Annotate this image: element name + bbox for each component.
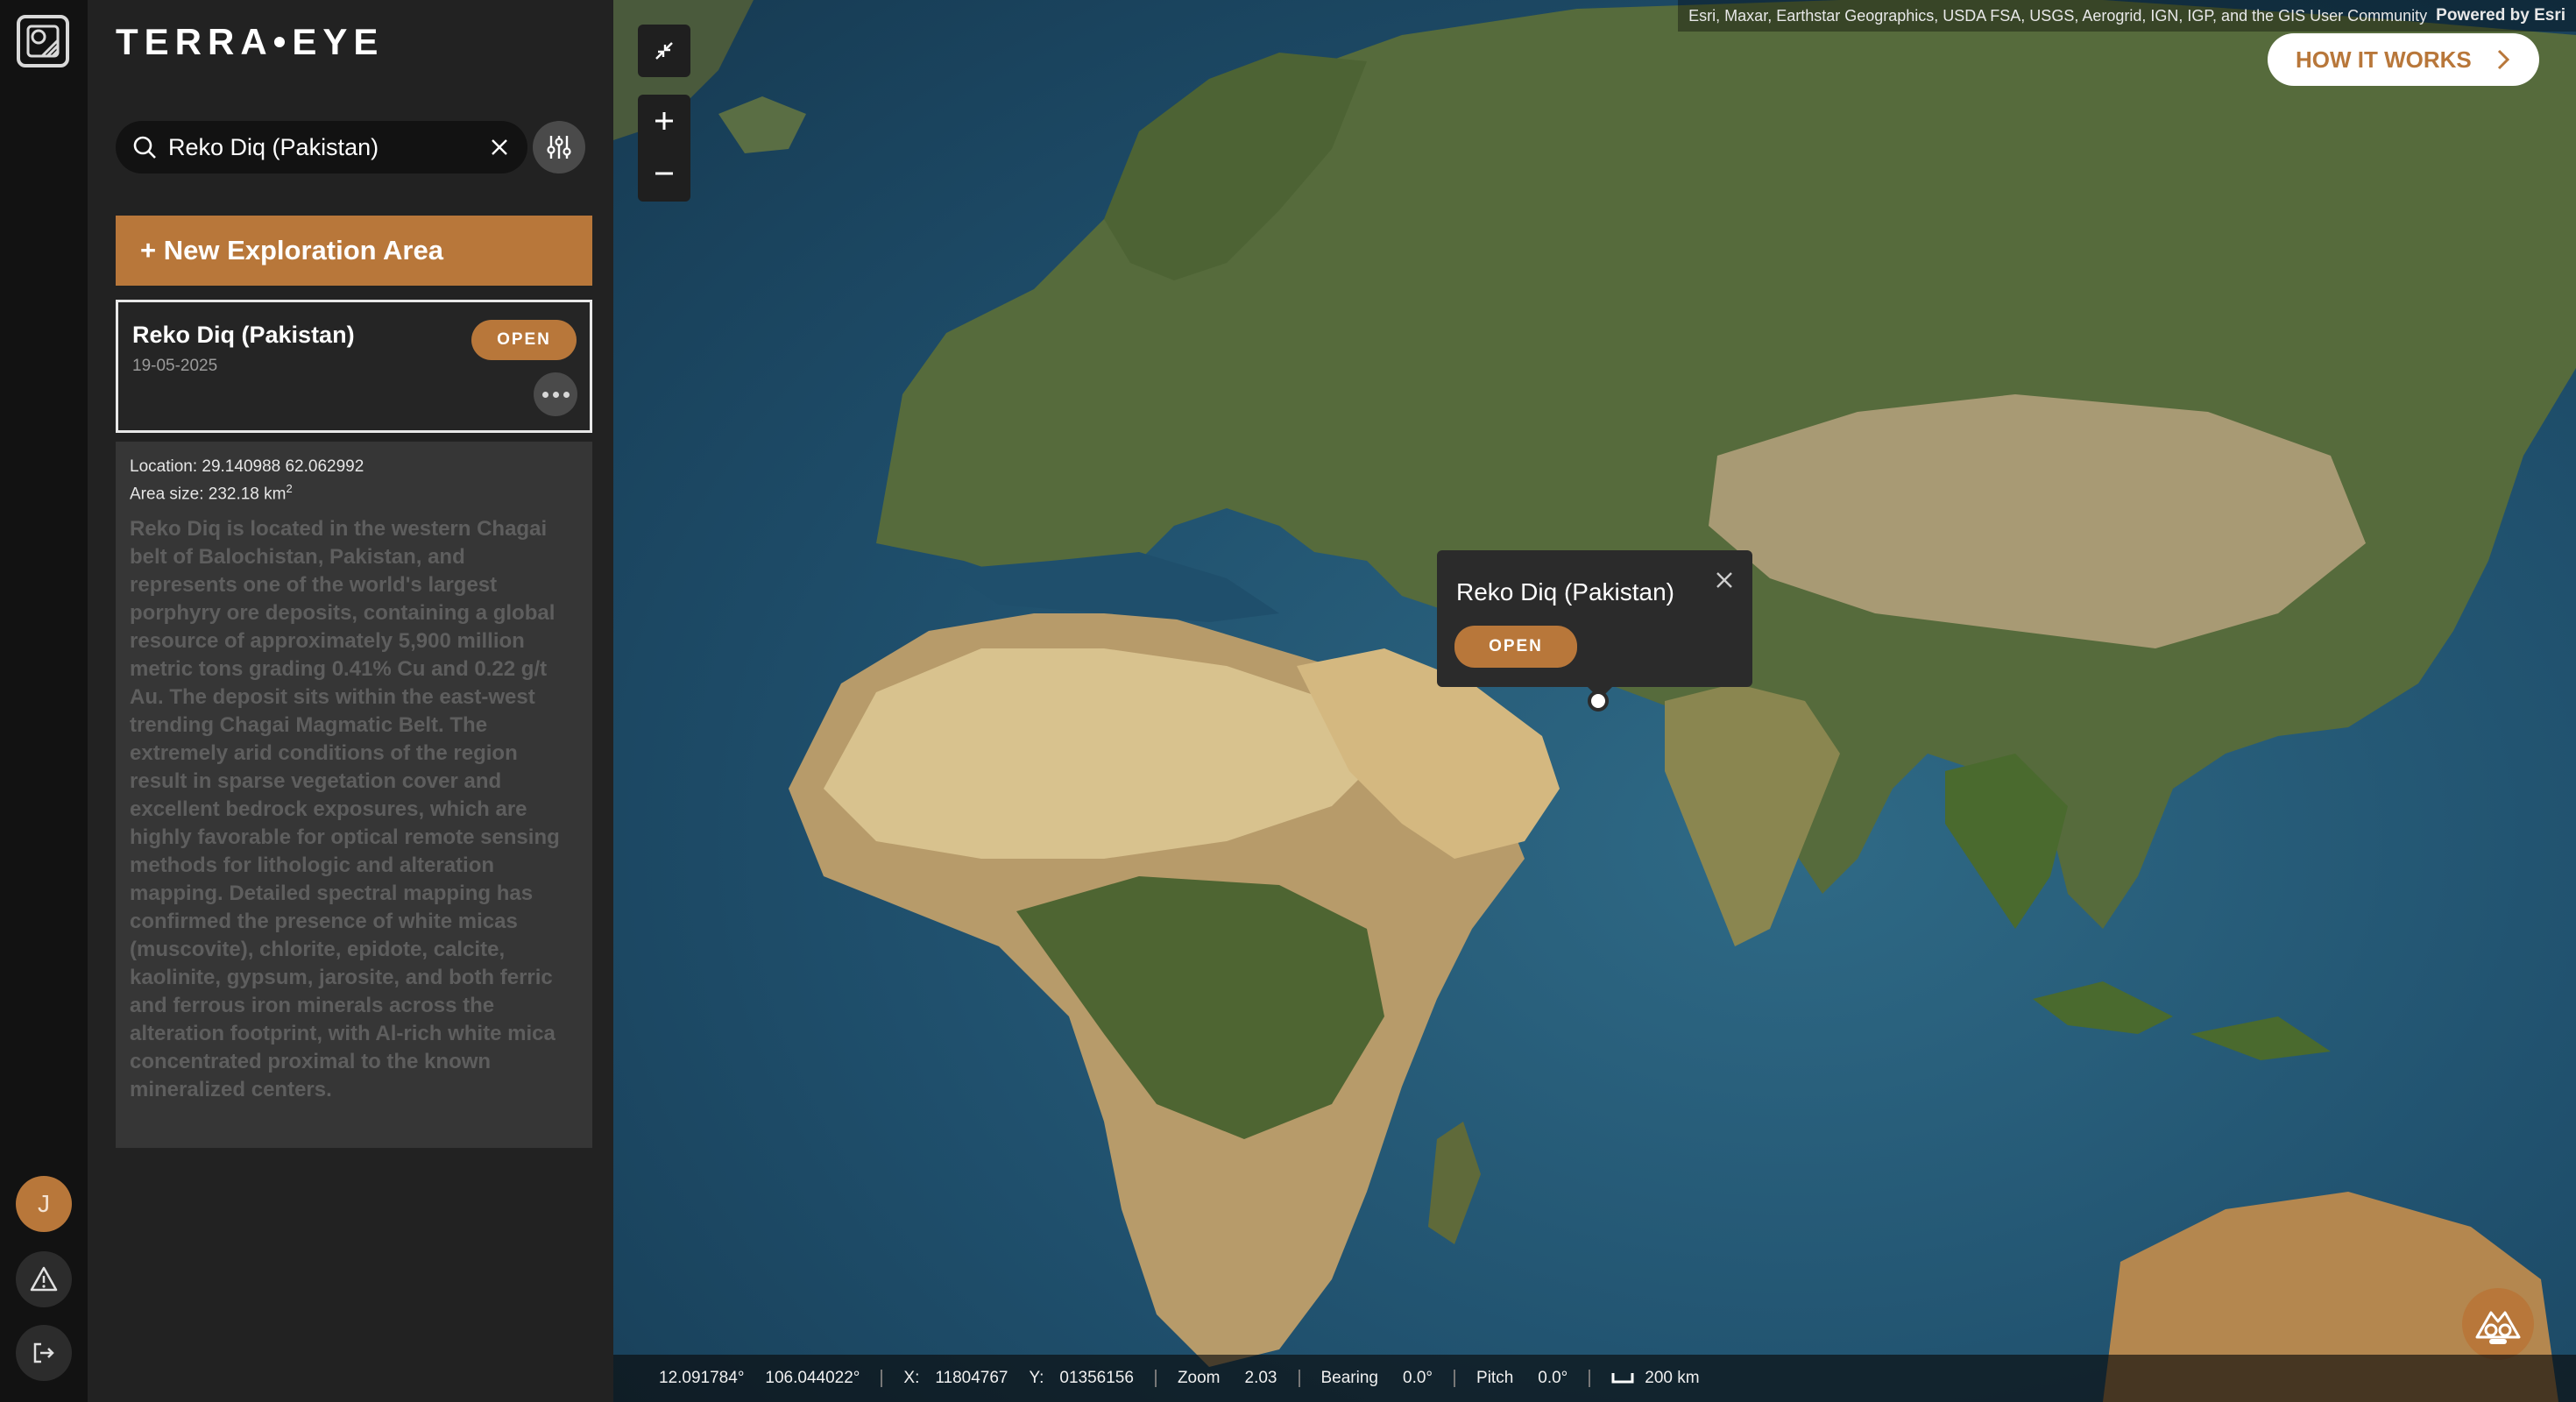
logout-button[interactable] bbox=[16, 1325, 72, 1381]
sliders-icon bbox=[547, 136, 571, 159]
search-input[interactable] bbox=[166, 123, 482, 172]
map-attribution: Esri, Maxar, Earthstar Geographics, USDA… bbox=[1678, 0, 2576, 32]
new-exploration-area-button[interactable]: + New Exploration Area bbox=[116, 216, 592, 286]
zoom-value: 2.03 bbox=[1244, 1369, 1277, 1387]
collapse-map-control bbox=[638, 25, 690, 77]
map-popup: Reko Diq (Pakistan) OPEN bbox=[1437, 550, 1752, 699]
search-icon bbox=[133, 136, 156, 159]
scale-value: 200 km bbox=[1645, 1369, 1700, 1387]
area-description: Reko Diq is located in the western Chaga… bbox=[130, 517, 560, 1102]
bearing-value: 0.0° bbox=[1403, 1369, 1433, 1387]
y-label: Y: bbox=[1029, 1369, 1044, 1387]
app-logo-icon[interactable] bbox=[16, 14, 70, 68]
pitch-value: 0.0° bbox=[1538, 1369, 1568, 1387]
map-view[interactable]: Esri, Maxar, Earthstar Geographics, USDA… bbox=[613, 0, 2576, 1402]
zoom-in-icon[interactable] bbox=[638, 95, 690, 147]
powered-by-text: Powered by Esri bbox=[2436, 6, 2565, 25]
zoom-label: Zoom bbox=[1177, 1369, 1221, 1387]
zoom-out-icon[interactable] bbox=[638, 147, 690, 200]
chevron-right-icon bbox=[2497, 49, 2510, 70]
more-options-icon[interactable] bbox=[534, 372, 577, 416]
filter-button[interactable] bbox=[533, 121, 585, 173]
exploration-area-card[interactable]: Reko Diq (Pakistan) 19-05-2025 OPEN bbox=[116, 300, 592, 433]
left-rail: J bbox=[0, 0, 88, 1402]
area-size-text: Area size: 232.18 km2 bbox=[130, 482, 293, 504]
location-marker[interactable] bbox=[1588, 690, 1609, 712]
close-icon[interactable] bbox=[1710, 566, 1738, 594]
clear-search-icon[interactable] bbox=[482, 130, 517, 165]
location-text: Location: 29.140988 62.062992 bbox=[130, 457, 364, 476]
map-status-bar: 12.091784° 106.044022° X: 11804767 Y: 01… bbox=[613, 1355, 2576, 1402]
attribution-text: Esri, Maxar, Earthstar Geographics, USDA… bbox=[1688, 6, 2428, 25]
collapse-icon[interactable] bbox=[638, 25, 690, 77]
x-label: X: bbox=[903, 1369, 920, 1387]
popup-title: Reko Diq (Pakistan) bbox=[1456, 578, 1674, 605]
user-avatar[interactable]: J bbox=[16, 1176, 72, 1232]
how-it-works-button[interactable]: HOW IT WORKS bbox=[2268, 33, 2539, 86]
side-panel: TERRA•EYE + New Exploration Area Reko Di… bbox=[88, 0, 613, 1402]
longitude-value: 106.044022° bbox=[765, 1369, 860, 1387]
report-issue-button[interactable] bbox=[16, 1251, 72, 1307]
brand-title: TERRA•EYE bbox=[116, 21, 385, 62]
area-details: Location: 29.140988 62.062992 Area size:… bbox=[116, 442, 592, 1148]
card-date: 19-05-2025 bbox=[132, 357, 218, 375]
popup-open-button[interactable]: OPEN bbox=[1454, 626, 1577, 668]
warning-icon bbox=[30, 1266, 58, 1292]
latitude-value: 12.091784° bbox=[659, 1369, 745, 1387]
assistant-mascot-icon[interactable] bbox=[2462, 1288, 2534, 1360]
y-value: 01356156 bbox=[1059, 1369, 1134, 1387]
logout-icon bbox=[33, 1342, 54, 1363]
zoom-controls bbox=[638, 95, 690, 202]
card-open-button[interactable]: OPEN bbox=[471, 320, 577, 360]
card-title: Reko Diq (Pakistan) bbox=[132, 322, 355, 348]
search-box bbox=[116, 121, 527, 173]
pitch-label: Pitch bbox=[1476, 1369, 1514, 1387]
x-value: 11804767 bbox=[935, 1369, 1008, 1387]
scale-bar-icon bbox=[1611, 1373, 1634, 1384]
avatar-initial: J bbox=[38, 1190, 50, 1217]
how-it-works-label: HOW IT WORKS bbox=[2296, 46, 2472, 73]
bearing-label: Bearing bbox=[1320, 1369, 1379, 1387]
